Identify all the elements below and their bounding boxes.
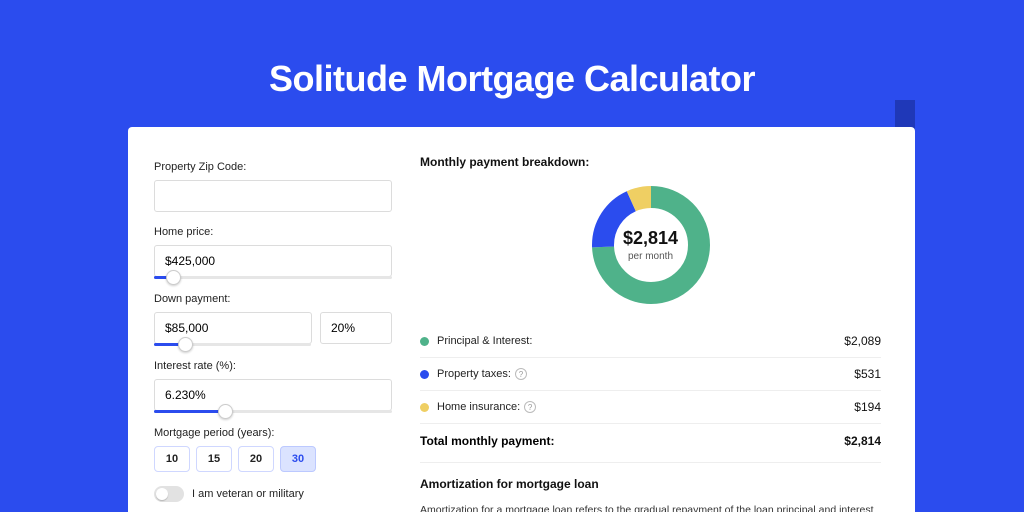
interest-label: Interest rate (%): bbox=[154, 360, 392, 372]
period-button-30[interactable]: 30 bbox=[280, 446, 316, 472]
total-value: $2,814 bbox=[844, 434, 881, 448]
down-payment-slider[interactable] bbox=[154, 343, 311, 346]
legend-value: $194 bbox=[854, 400, 881, 414]
slider-knob[interactable] bbox=[178, 337, 193, 352]
breakdown-pane: Monthly payment breakdown: $2,814 per mo… bbox=[420, 155, 881, 512]
donut-chart: $2,814 per month bbox=[420, 183, 881, 307]
period-label: Mortgage period (years): bbox=[154, 427, 392, 439]
down-payment-pct-input[interactable] bbox=[320, 312, 392, 344]
page-title: Solitude Mortgage Calculator bbox=[0, 0, 1024, 100]
breakdown-title: Monthly payment breakdown: bbox=[420, 155, 881, 169]
legend: Principal & Interest: $2,089 Property taxe… bbox=[420, 325, 881, 423]
amortization-title: Amortization for mortgage loan bbox=[420, 477, 881, 491]
calculator-card: Property Zip Code: Home price: Down paym… bbox=[128, 127, 915, 512]
home-price-input[interactable] bbox=[154, 245, 392, 277]
legend-label: Property taxes: bbox=[437, 368, 511, 380]
toggle-knob bbox=[156, 488, 168, 500]
slider-knob[interactable] bbox=[218, 404, 233, 419]
legend-dot bbox=[420, 403, 429, 412]
amortization-text: Amortization for a mortgage loan refers … bbox=[420, 503, 881, 512]
period-button-10[interactable]: 10 bbox=[154, 446, 190, 472]
legend-row: Home insurance:? $194 bbox=[420, 391, 881, 423]
legend-row: Property taxes:? $531 bbox=[420, 358, 881, 391]
input-pane: Property Zip Code: Home price: Down paym… bbox=[154, 155, 392, 512]
home-price-slider[interactable] bbox=[154, 276, 392, 279]
legend-dot bbox=[420, 337, 429, 346]
legend-label: Home insurance: bbox=[437, 401, 520, 413]
period-button-15[interactable]: 15 bbox=[196, 446, 232, 472]
legend-value: $2,089 bbox=[844, 334, 881, 348]
legend-value: $531 bbox=[854, 367, 881, 381]
info-icon[interactable]: ? bbox=[515, 368, 527, 380]
donut-center: $2,814 per month bbox=[623, 228, 678, 262]
down-payment-label: Down payment: bbox=[154, 293, 392, 305]
interest-slider[interactable] bbox=[154, 410, 392, 413]
total-row: Total monthly payment: $2,814 bbox=[420, 423, 881, 462]
info-icon[interactable]: ? bbox=[524, 401, 536, 413]
page: Solitude Mortgage Calculator Property Zi… bbox=[0, 0, 1024, 512]
zip-input[interactable] bbox=[154, 180, 392, 212]
total-label: Total monthly payment: bbox=[420, 434, 554, 448]
legend-label: Principal & Interest: bbox=[437, 335, 532, 347]
amortization-section: Amortization for mortgage loan Amortizat… bbox=[420, 462, 881, 512]
donut-total: $2,814 bbox=[623, 228, 678, 249]
veteran-label: I am veteran or military bbox=[192, 488, 304, 500]
home-price-label: Home price: bbox=[154, 226, 392, 238]
zip-label: Property Zip Code: bbox=[154, 161, 392, 173]
legend-row: Principal & Interest: $2,089 bbox=[420, 325, 881, 358]
period-button-20[interactable]: 20 bbox=[238, 446, 274, 472]
interest-input[interactable] bbox=[154, 379, 392, 411]
legend-dot bbox=[420, 370, 429, 379]
down-payment-input[interactable] bbox=[154, 312, 312, 344]
slider-knob[interactable] bbox=[166, 270, 181, 285]
veteran-toggle[interactable] bbox=[154, 486, 184, 502]
period-group: 10152030 bbox=[154, 446, 392, 472]
donut-sub: per month bbox=[623, 251, 678, 262]
